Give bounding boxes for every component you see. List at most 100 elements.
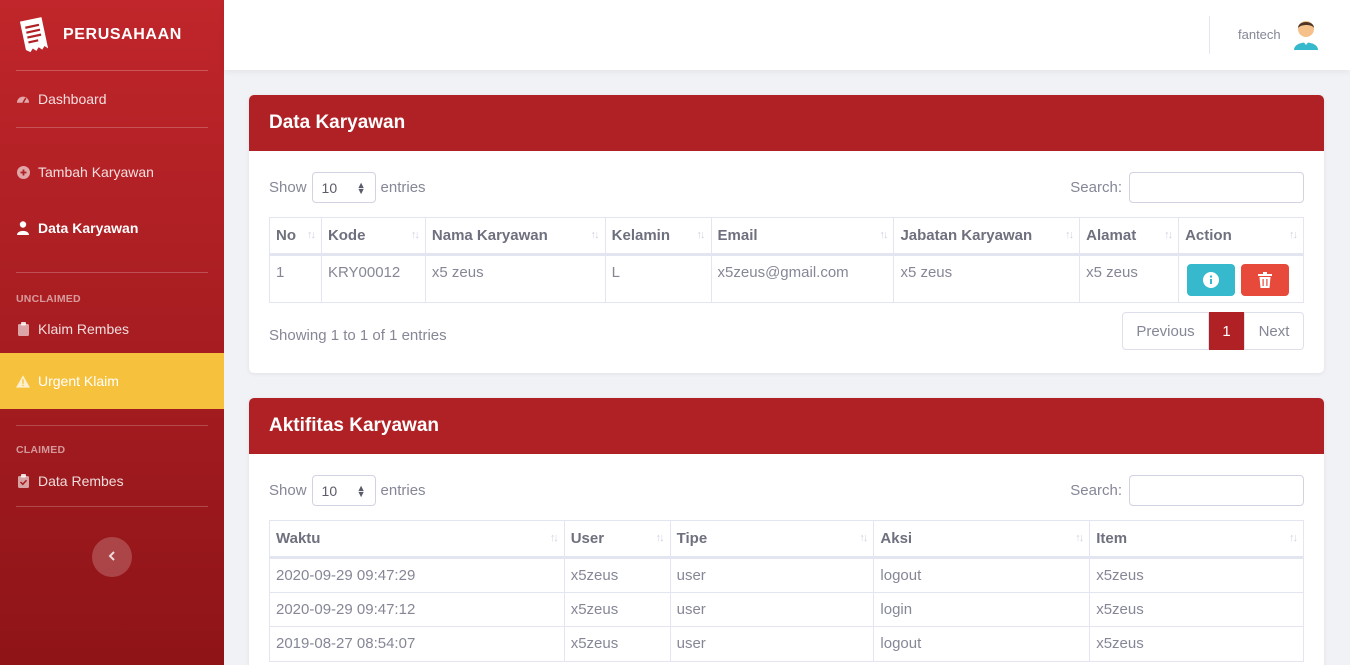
sidebar-item-dashboard[interactable]: Dashboard	[0, 71, 224, 127]
column-header[interactable]: User ↑↓	[563, 520, 671, 559]
column-header[interactable]: Aksi ↑↓	[873, 520, 1091, 559]
sort-icon: ↑↓	[1289, 532, 1298, 544]
sort-icon: ↑↓	[879, 229, 888, 241]
table-cell: 1	[269, 254, 322, 303]
table-cell: 2020-09-29 09:47:29	[269, 557, 565, 593]
pagination: Previous 1 Next	[1122, 312, 1304, 350]
sidebar: PERUSAHAAN Dashboard Tambah Karyawan Dat…	[0, 0, 224, 665]
column-header[interactable]: Kelamin ↑↓	[604, 217, 712, 256]
topbar: fantech	[224, 0, 1350, 70]
sort-icon: ↑↓	[1065, 229, 1074, 241]
column-header[interactable]: Waktu ↑↓	[269, 520, 565, 559]
sort-icon: ↑↓	[1075, 532, 1084, 544]
user-icon	[16, 221, 30, 235]
table-cell: KRY00012	[320, 254, 426, 303]
section-heading-unclaimed: UNCLAIMED	[16, 293, 81, 305]
sort-icon: ↑↓	[1164, 229, 1173, 241]
table-cell: user	[669, 557, 875, 593]
sort-arrows-icon: ▲ ▼	[356, 179, 366, 196]
sort-icon: ↑↓	[1289, 229, 1298, 241]
sort-icon: ↑↓	[655, 532, 665, 544]
card-title: Aktifitas Karyawan	[249, 398, 1324, 454]
receipt-icon	[18, 16, 50, 54]
entries-label: entries	[380, 482, 426, 499]
table-row: 1 KRY00012 x5 zeus L x5zeus@gmail.com x5…	[269, 254, 1304, 303]
table-cell: x5zeus	[563, 626, 671, 662]
table-cell: 2019-08-27 08:54:07	[269, 626, 565, 662]
brand-name: PERUSAHAAN	[63, 26, 182, 43]
sidebar-item-klaim-rembes[interactable]: Klaim Rembes	[0, 305, 224, 353]
column-header[interactable]: Nama Karyawan ↑↓	[424, 217, 606, 256]
table-info: Showing 1 to 1 of 1 entries	[269, 327, 447, 344]
sidebar-item-urgent-klaim[interactable]: Urgent Klaim	[0, 353, 224, 409]
sidebar-toggle-button[interactable]	[92, 537, 132, 577]
column-header[interactable]: Email ↑↓	[710, 217, 895, 256]
entries-select[interactable]: 10 ▲ ▼	[311, 172, 376, 203]
avatar[interactable]	[1291, 18, 1321, 50]
sidebar-item-label: Tambah Karyawan	[38, 164, 154, 180]
sidebar-item-data-rembes[interactable]: Data Rembes	[0, 456, 224, 506]
warning-icon	[16, 374, 30, 388]
sidebar-item-label: Data Rembes	[38, 473, 124, 489]
user-name[interactable]: fantech	[1238, 27, 1281, 42]
activity-card: Aktifitas Karyawan Show 10 ▲ ▼ entries Se…	[249, 398, 1324, 665]
clipboard-check-icon	[16, 474, 30, 488]
table-cell: logout	[873, 557, 1091, 593]
plus-circle-icon	[16, 165, 30, 179]
table-cell: x5zeus	[1089, 626, 1304, 662]
brand[interactable]: PERUSAHAAN	[0, 0, 224, 70]
table-cell: 2020-09-29 09:47:12	[269, 591, 565, 627]
previous-page-button[interactable]: Previous	[1122, 312, 1209, 350]
entries-value: 10	[321, 179, 338, 196]
table-cell: user	[669, 626, 875, 662]
table-cell: x5zeus	[563, 557, 671, 593]
column-header[interactable]: Action ↑↓	[1178, 217, 1304, 256]
table-cell: x5zeus	[563, 591, 671, 627]
search-control: Search:	[1070, 475, 1304, 506]
column-header[interactable]: Tipe ↑↓	[669, 520, 875, 559]
table-header-row: Waktu ↑↓ User ↑↓ Tipe ↑↓ Aksi ↑↓ Item ↑↓	[269, 520, 1304, 559]
next-page-button[interactable]: Next	[1244, 312, 1304, 350]
table-row: 2020-09-29 09:47:12 x5zeus user login x5…	[269, 591, 1304, 627]
entries-select[interactable]: 10 ▲ ▼	[311, 475, 376, 506]
delete-button[interactable]	[1241, 264, 1290, 296]
table-cell: L	[604, 254, 712, 303]
column-header[interactable]: Item ↑↓	[1089, 520, 1304, 559]
info-icon	[1203, 272, 1220, 288]
search-input[interactable]	[1129, 172, 1304, 203]
clipboard-icon	[16, 322, 30, 336]
table-cell: logout	[873, 626, 1091, 662]
sort-icon: ↑↓	[590, 229, 600, 241]
sidebar-item-label: Data Karyawan	[38, 220, 139, 236]
entries-length-control: Show 10 ▲ ▼ entries	[269, 172, 426, 203]
sidebar-item-label: Dashboard	[38, 91, 107, 107]
card-title: Data Karyawan	[249, 95, 1324, 151]
show-label: Show	[269, 179, 307, 196]
entries-label: entries	[380, 179, 426, 196]
column-header[interactable]: Alamat ↑↓	[1079, 217, 1180, 256]
sidebar-item-tambah-karyawan[interactable]: Tambah Karyawan	[0, 144, 224, 200]
search-input[interactable]	[1129, 475, 1304, 506]
sidebar-item-label: Klaim Rembes	[38, 321, 130, 337]
activity-table: Waktu ↑↓ User ↑↓ Tipe ↑↓ Aksi ↑↓ Item ↑↓ 2020…	[269, 520, 1304, 662]
info-button[interactable]	[1187, 264, 1236, 296]
entries-length-control: Show 10 ▲ ▼ entries	[269, 475, 426, 506]
table-cell: x5zeus	[1089, 591, 1304, 627]
table-cell: x5zeus	[1089, 557, 1304, 593]
column-header[interactable]: No ↑↓	[269, 217, 322, 256]
page-1-button[interactable]: 1	[1209, 312, 1244, 350]
sort-icon: ↑↓	[696, 229, 706, 241]
sort-arrows-icon: ▲ ▼	[356, 482, 366, 499]
show-label: Show	[269, 482, 307, 499]
table-row: 2019-08-27 08:54:07 x5zeus user logout x…	[269, 626, 1304, 662]
section-heading-claimed: CLAIMED	[16, 444, 66, 456]
table-cell: x5 zeus	[424, 254, 606, 303]
table-cell: x5 zeus	[893, 254, 1081, 303]
employee-card: Data Karyawan Show 10 ▲ ▼ entries Search:…	[249, 95, 1324, 373]
sidebar-item-label: Urgent Klaim	[38, 373, 119, 389]
column-header[interactable]: Jabatan Karyawan ↑↓	[893, 217, 1081, 256]
sidebar-item-data-karyawan[interactable]: Data Karyawan	[0, 200, 224, 256]
column-header[interactable]: Kode ↑↓	[320, 217, 426, 256]
sidebar-divider	[16, 506, 208, 507]
table-cell: x5zeus@gmail.com	[710, 254, 895, 303]
